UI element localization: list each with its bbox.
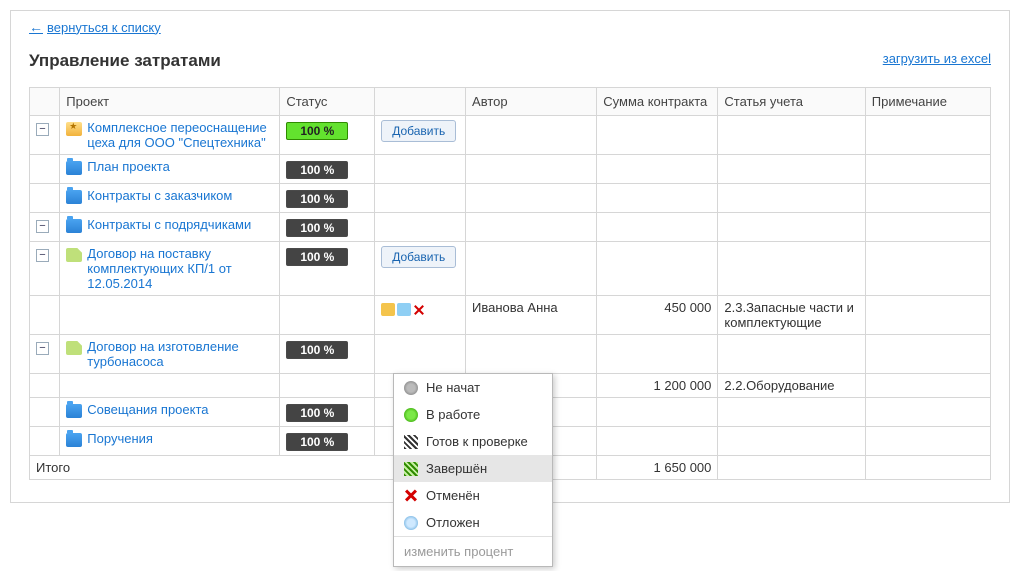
- expander-root[interactable]: −: [36, 123, 49, 136]
- arrow-left-icon: ←: [29, 19, 43, 35]
- col-status: Статус: [280, 88, 375, 116]
- page-title: Управление затратами: [29, 51, 991, 71]
- document-icon: [66, 341, 82, 355]
- delete-icon[interactable]: [413, 304, 425, 316]
- project-icon: [66, 122, 82, 136]
- status-contract1[interactable]: 100 %: [286, 248, 348, 266]
- doc-contract2-link[interactable]: Договор на изготовление турбонасоса: [87, 339, 273, 369]
- row-actions: [381, 303, 459, 316]
- status-root[interactable]: 100 %: [286, 122, 348, 140]
- menu-done[interactable]: Завершён: [394, 455, 552, 482]
- menu-change-percent[interactable]: изменить процент: [394, 536, 552, 566]
- folder-custcontr-link[interactable]: Контракты с заказчиком: [87, 188, 232, 203]
- menu-cancelled[interactable]: Отменён: [394, 482, 552, 509]
- menu-not-started[interactable]: Не начат: [394, 374, 552, 401]
- folder-icon: [66, 219, 82, 233]
- document-icon: [66, 248, 82, 262]
- project-root-link[interactable]: Комплексное переоснащение цеха для ООО "…: [87, 120, 273, 150]
- status-cancel-icon: [404, 489, 418, 503]
- folder-meetings-link[interactable]: Совещания проекта: [87, 402, 208, 417]
- expander-subcontr[interactable]: −: [36, 220, 49, 233]
- total-sum: 1 650 000: [597, 456, 718, 480]
- menu-ready[interactable]: Готов к проверке: [394, 428, 552, 455]
- status-gray-icon: [404, 381, 418, 395]
- excel-load-link[interactable]: загрузить из excel: [883, 51, 991, 66]
- status-meetings[interactable]: 100 %: [286, 404, 348, 422]
- col-actions: [375, 88, 466, 116]
- status-contract2[interactable]: 100 %: [286, 341, 348, 359]
- sum-cell: 1 200 000: [597, 374, 718, 398]
- folder-icon: [66, 161, 82, 175]
- col-expander: [30, 88, 60, 116]
- expander-contract1[interactable]: −: [36, 249, 49, 262]
- menu-postponed[interactable]: Отложен: [394, 509, 552, 536]
- folder-icon: [66, 433, 82, 447]
- status-subcontr[interactable]: 100 %: [286, 219, 348, 237]
- status-plan[interactable]: 100 %: [286, 161, 348, 179]
- col-note: Примечание: [865, 88, 990, 116]
- status-postponed-icon: [404, 516, 418, 530]
- status-custcontr[interactable]: 100 %: [286, 190, 348, 208]
- add-button-contract1[interactable]: Добавить: [381, 246, 456, 268]
- status-tasks[interactable]: 100 %: [286, 433, 348, 451]
- folder-tasks-link[interactable]: Поручения: [87, 431, 153, 446]
- author-cell: Иванова Анна: [466, 296, 597, 335]
- edit-icon[interactable]: [381, 303, 395, 316]
- menu-in-progress[interactable]: В работе: [394, 401, 552, 428]
- col-account: Статья учета: [718, 88, 865, 116]
- expander-contract2[interactable]: −: [36, 342, 49, 355]
- col-project: Проект: [60, 88, 280, 116]
- status-check-icon: [404, 435, 418, 449]
- folder-plan-link[interactable]: План проекта: [87, 159, 170, 174]
- doc-contract1-link[interactable]: Договор на поставку комплектующих КП/1 о…: [87, 246, 273, 291]
- folder-icon: [66, 404, 82, 418]
- copy-icon[interactable]: [397, 303, 411, 316]
- back-link-label: вернуться к списку: [47, 20, 161, 35]
- status-done-icon: [404, 462, 418, 476]
- folder-subcontr-link[interactable]: Контракты с подрядчиками: [87, 217, 251, 232]
- status-context-menu: Не начат В работе Готов к проверке Завер…: [393, 373, 553, 567]
- folder-icon: [66, 190, 82, 204]
- back-link[interactable]: ← вернуться к списку: [29, 11, 161, 41]
- account-cell: 2.2.Оборудование: [718, 374, 865, 398]
- col-sum: Сумма контракта: [597, 88, 718, 116]
- sum-cell: 450 000: [597, 296, 718, 335]
- account-cell: 2.3.Запасные части и комплектующие: [718, 296, 865, 335]
- status-green-icon: [404, 408, 418, 422]
- col-author: Автор: [466, 88, 597, 116]
- add-button-root[interactable]: Добавить: [381, 120, 456, 142]
